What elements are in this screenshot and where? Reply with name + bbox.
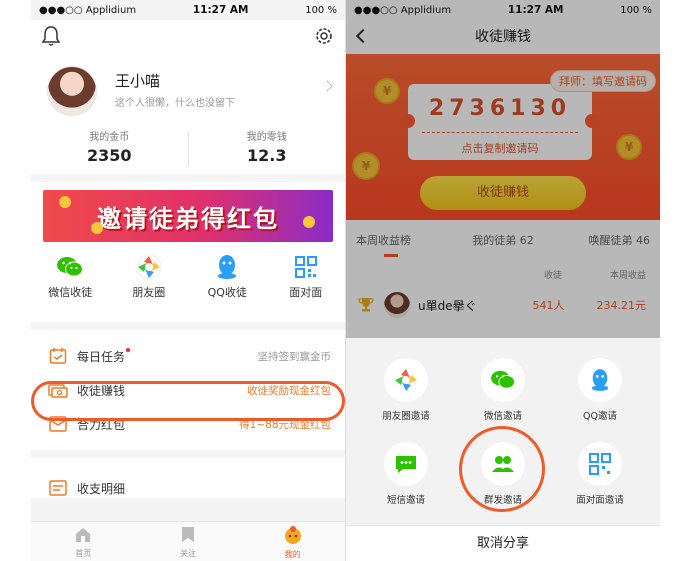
menu-title: 收徒赚钱 (77, 383, 126, 398)
avatar[interactable] (47, 66, 97, 116)
tab-follow[interactable]: 关注 (136, 522, 241, 561)
share-option-label: 朋友圈邀请 (382, 411, 430, 422)
menu-item-recruit[interactable]: 收徒赚钱 收徒奖励现金红包 (31, 374, 345, 406)
stat-value: 12.3 (247, 146, 287, 165)
chevron-right-icon (321, 80, 333, 92)
menu-item-ledger[interactable]: 收支明细 (31, 472, 345, 504)
stat-value: 2350 (86, 146, 132, 165)
wallet-stats: 我的金币 2350 我的零钱 12.3 (31, 128, 345, 166)
share-wechat[interactable]: 微信收徒 (31, 252, 110, 300)
recruit-screen: ●●●○○ Applidium 11:27 AM 100 % 收徒赚钱 ¥ ¥ … (346, 0, 660, 561)
top-bar (31, 20, 345, 54)
sms-icon (396, 456, 416, 473)
menu-title: 每日任务 (77, 347, 131, 365)
qq-icon (218, 255, 237, 279)
envelope-icon (49, 416, 67, 432)
list-icon (49, 480, 67, 496)
bell-icon[interactable] (41, 25, 61, 51)
unread-dot (126, 347, 131, 352)
user-desc: 这个人很懒，什么也没留下 (115, 98, 235, 109)
tab-label: 关注 (180, 549, 196, 558)
share-label: 微信收徒 (48, 286, 93, 299)
task-menu: 每日任务 坚持签到赢金币 收徒赚钱 收徒奖励现金红包 合力红包 得1~88元现金… (31, 330, 345, 450)
wechat-icon (57, 257, 84, 277)
qq-icon (591, 369, 609, 391)
share-option-label: 群发邀请 (483, 495, 522, 506)
carrier: ●●●○○ Applidium (39, 4, 137, 16)
bookmark-icon (182, 527, 194, 542)
share-label: QQ收徒 (207, 286, 247, 299)
qrcode-icon (589, 453, 611, 475)
clock: 11:27 AM (192, 4, 249, 16)
share-qq[interactable]: QQ收徒 (188, 252, 267, 300)
share-sheet: 朋友圈邀请 微信邀请 QQ邀请 短信邀请 群发邀请 面对面邀请 取消分享 (346, 338, 660, 561)
share-options: 微信收徒 朋友圈 QQ收徒 面对面 (31, 252, 345, 300)
menu-item-daily-task[interactable]: 每日任务 坚持签到赢金币 (31, 340, 345, 372)
tab-home[interactable]: 首页 (31, 522, 136, 561)
mascot-icon (284, 526, 301, 544)
wechat-icon (491, 370, 515, 389)
stat-coins[interactable]: 我的金币 2350 (31, 128, 188, 166)
cancel-share-button[interactable]: 取消分享 (346, 525, 660, 561)
share-label: 朋友圈 (132, 286, 166, 299)
calendar-icon (49, 348, 67, 364)
stat-label: 我的金币 (89, 132, 130, 143)
share-face-to-face[interactable]: 面对面 (267, 252, 346, 300)
menu-item-joint-redpacket[interactable]: 合力红包 得1~88元现金红包 (31, 408, 345, 440)
menu-hint: 得1~88元现金红包 (239, 418, 331, 431)
coin-decoration (303, 216, 315, 228)
moments-icon (395, 369, 417, 391)
share-label: 面对面 (289, 286, 323, 299)
share-moments-option[interactable]: 朋友圈邀请 (366, 358, 446, 422)
tab-label: 我的 (284, 550, 301, 559)
stat-label: 我的零钱 (246, 132, 287, 143)
tab-label: 首页 (75, 549, 92, 558)
banner-text: 邀请徒弟得红包 (97, 204, 279, 233)
coin-decoration (59, 196, 71, 208)
share-qq-option[interactable]: QQ邀请 (560, 358, 640, 422)
share-group-option[interactable]: 群发邀请 (463, 442, 543, 506)
profile-card[interactable]: 王小喵 这个人很懒，什么也没留下 我的金币 2350 我的零钱 12.3 (31, 54, 345, 174)
coin-decoration (91, 222, 103, 234)
screenshot-root: ●●●○○ Applidium 11:27 AM 100 % 王小喵 这个人很懒… (0, 0, 690, 561)
share-face-to-face-option[interactable]: 面对面邀请 (560, 442, 640, 506)
share-option-label: 短信邀请 (386, 495, 425, 506)
share-option-label: QQ邀请 (583, 411, 617, 422)
money-icon (48, 384, 68, 398)
group-icon (492, 456, 514, 472)
share-moments[interactable]: 朋友圈 (110, 252, 189, 300)
tab-me[interactable]: 我的 (240, 522, 345, 561)
modal-backdrop[interactable] (346, 0, 660, 338)
share-option-label: 面对面邀请 (576, 495, 624, 506)
share-wechat-option[interactable]: 微信邀请 (463, 358, 543, 422)
menu-hint: 收徒奖励现金红包 (247, 384, 331, 397)
bottom-tab-bar: 首页 关注 我的 (31, 521, 345, 561)
home-icon (76, 528, 91, 542)
gear-icon[interactable] (313, 25, 335, 51)
menu-title: 收支明细 (77, 481, 126, 496)
share-option-label: 微信邀请 (483, 411, 522, 422)
status-bar: ●●●○○ Applidium 11:27 AM 100 % (31, 0, 345, 20)
moments-icon (136, 254, 162, 280)
battery: 100 % (305, 4, 337, 16)
user-name: 王小喵 (115, 72, 161, 90)
menu-title: 合力红包 (77, 417, 126, 432)
menu-hint: 坚持签到赢金币 (257, 350, 332, 363)
stat-change[interactable]: 我的零钱 12.3 (189, 128, 346, 166)
invite-banner[interactable]: 邀请徒弟得红包 (43, 190, 333, 242)
invite-section: 邀请徒弟得红包 微信收徒 朋友圈 QQ收徒 面对面 (31, 182, 345, 322)
share-sms-option[interactable]: 短信邀请 (366, 442, 446, 506)
profile-screen: ●●●○○ Applidium 11:27 AM 100 % 王小喵 这个人很懒… (31, 0, 345, 561)
ledger-menu: 收支明细 (31, 458, 345, 498)
qrcode-icon (294, 256, 317, 278)
